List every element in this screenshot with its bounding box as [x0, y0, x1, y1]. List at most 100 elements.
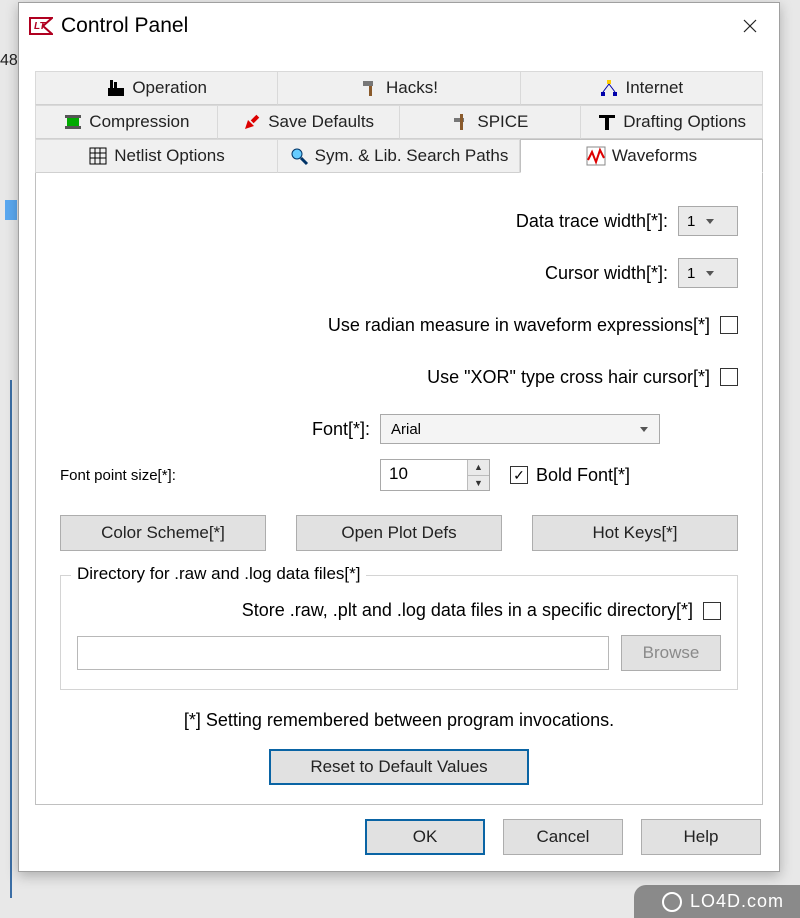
globe-icon: [662, 892, 682, 912]
tab-operation[interactable]: Operation: [35, 71, 278, 105]
tab-label: Internet: [625, 78, 683, 98]
tab-compression[interactable]: Compression: [35, 105, 218, 139]
tab-label: Drafting Options: [623, 112, 746, 132]
tab-spice[interactable]: SPICE: [400, 105, 582, 139]
font-label: Font[*]:: [290, 419, 370, 440]
hammer-icon: [360, 78, 380, 98]
spinner-down[interactable]: ▼: [468, 475, 489, 491]
bold-font-option: Bold Font[*]: [510, 465, 630, 486]
magnifier-icon: [289, 146, 309, 166]
tab-label: Compression: [89, 112, 189, 132]
chevron-down-icon: [639, 424, 649, 434]
row-radian-measure: Use radian measure in waveform expressio…: [60, 303, 738, 347]
spinner-up[interactable]: ▲: [468, 460, 489, 475]
store-checkbox[interactable]: [703, 602, 721, 620]
bg-blue-ruler: [10, 380, 12, 898]
directory-groupbox: Directory for .raw and .log data files[*…: [60, 575, 738, 690]
bg-number: 48: [0, 52, 18, 70]
font-value: Arial: [391, 421, 421, 438]
tabs-area: Operation Hacks! Internet: [19, 49, 779, 173]
waveform-icon: [586, 146, 606, 166]
button-row-three: Color Scheme[*] Open Plot Defs Hot Keys[…: [60, 515, 738, 551]
tab-drafting-options[interactable]: Drafting Options: [581, 105, 763, 139]
cancel-label: Cancel: [537, 827, 590, 847]
data-trace-width-label: Data trace width[*]:: [516, 211, 668, 232]
color-scheme-button[interactable]: Color Scheme[*]: [60, 515, 266, 551]
svg-text:LT: LT: [34, 21, 46, 32]
row-cursor-width: Cursor width[*]: 1: [60, 251, 738, 295]
watermark: LO4D.com: [634, 885, 800, 918]
tab-netlist-options[interactable]: Netlist Options: [35, 139, 278, 173]
cursor-width-label: Cursor width[*]:: [545, 263, 668, 284]
factory-icon: [106, 78, 126, 98]
tab-row-3: Netlist Options Sym. & Lib. Search Paths…: [35, 139, 763, 173]
ok-button[interactable]: OK: [365, 819, 485, 855]
dialog-button-row: OK Cancel Help: [19, 815, 779, 871]
row-xor-cursor: Use "XOR" type cross hair cursor[*]: [60, 355, 738, 399]
bg-palette-hint: [5, 200, 17, 220]
app-flag-icon: LT: [29, 17, 53, 35]
cursor-width-dropdown[interactable]: 1: [678, 258, 738, 288]
font-dropdown[interactable]: Arial: [380, 414, 660, 444]
tab-label: Operation: [132, 78, 207, 98]
vise-icon: [63, 112, 83, 132]
cancel-button[interactable]: Cancel: [503, 819, 623, 855]
row-font: Font[*]: Arial: [60, 407, 738, 451]
radian-label: Use radian measure in waveform expressio…: [328, 315, 710, 336]
tab-label: Sym. & Lib. Search Paths: [315, 146, 509, 166]
store-label: Store .raw, .plt and .log data files in …: [242, 600, 693, 621]
xor-label: Use "XOR" type cross hair cursor[*]: [427, 367, 710, 388]
tab-label: Netlist Options: [114, 146, 225, 166]
data-trace-width-dropdown[interactable]: 1: [678, 206, 738, 236]
font-point-spinner[interactable]: 10 ▲ ▼: [380, 459, 490, 491]
open-plot-defs-label: Open Plot Defs: [341, 523, 456, 543]
close-button[interactable]: [727, 10, 773, 42]
close-icon: [743, 19, 757, 33]
tab-label: SPICE: [477, 112, 528, 132]
tab-save-defaults[interactable]: Save Defaults: [218, 105, 400, 139]
bold-font-checkbox[interactable]: [510, 466, 528, 484]
chevron-down-icon: [705, 216, 715, 226]
titlebar-title: Control Panel: [61, 14, 727, 38]
tab-content-waveforms: Data trace width[*]: 1 Cursor width[*]: …: [35, 173, 763, 805]
help-button[interactable]: Help: [641, 819, 761, 855]
color-scheme-label: Color Scheme[*]: [101, 523, 225, 543]
hot-keys-button[interactable]: Hot Keys[*]: [532, 515, 738, 551]
browse-button[interactable]: Browse: [621, 635, 721, 671]
tab-row-2: Compression Save Defaults SPICE: [35, 105, 763, 139]
directory-path-input[interactable]: [77, 636, 609, 670]
tsquare-icon: [597, 112, 617, 132]
font-point-value: 10: [381, 460, 467, 490]
tab-waveforms[interactable]: Waveforms: [520, 139, 763, 173]
reset-label: Reset to Default Values: [310, 757, 487, 777]
row-data-trace-width: Data trace width[*]: 1: [60, 199, 738, 243]
help-label: Help: [684, 827, 719, 847]
store-row: Store .raw, .plt and .log data files in …: [77, 600, 721, 621]
network-icon: [599, 78, 619, 98]
bold-font-label: Bold Font[*]: [536, 465, 630, 486]
reset-row: Reset to Default Values: [60, 749, 738, 785]
radian-checkbox[interactable]: [720, 316, 738, 334]
tab-search-paths[interactable]: Sym. & Lib. Search Paths: [278, 139, 520, 173]
control-panel-dialog: LT Control Panel Operation: [18, 2, 780, 872]
titlebar: LT Control Panel: [19, 3, 779, 49]
grid-icon: [88, 146, 108, 166]
browse-label: Browse: [643, 643, 700, 663]
xor-checkbox[interactable]: [720, 368, 738, 386]
chevron-down-icon: [705, 268, 715, 278]
path-row: Browse: [77, 635, 721, 671]
cursor-width-value: 1: [687, 265, 695, 282]
hammer2-icon: [451, 112, 471, 132]
tab-label: Hacks!: [386, 78, 438, 98]
tab-hacks[interactable]: Hacks!: [278, 71, 520, 105]
tab-internet[interactable]: Internet: [521, 71, 763, 105]
reset-defaults-button[interactable]: Reset to Default Values: [269, 749, 529, 785]
open-plot-defs-button[interactable]: Open Plot Defs: [296, 515, 502, 551]
tab-label: Waveforms: [612, 146, 697, 166]
watermark-text: LO4D.com: [690, 891, 784, 912]
data-trace-width-value: 1: [687, 213, 695, 230]
font-point-label: Font point size[*]:: [60, 467, 360, 484]
groupbox-legend: Directory for .raw and .log data files[*…: [71, 564, 366, 584]
row-font-point-size: Font point size[*]: 10 ▲ ▼ Bold Font[*]: [60, 459, 738, 491]
pen-icon: [242, 112, 262, 132]
